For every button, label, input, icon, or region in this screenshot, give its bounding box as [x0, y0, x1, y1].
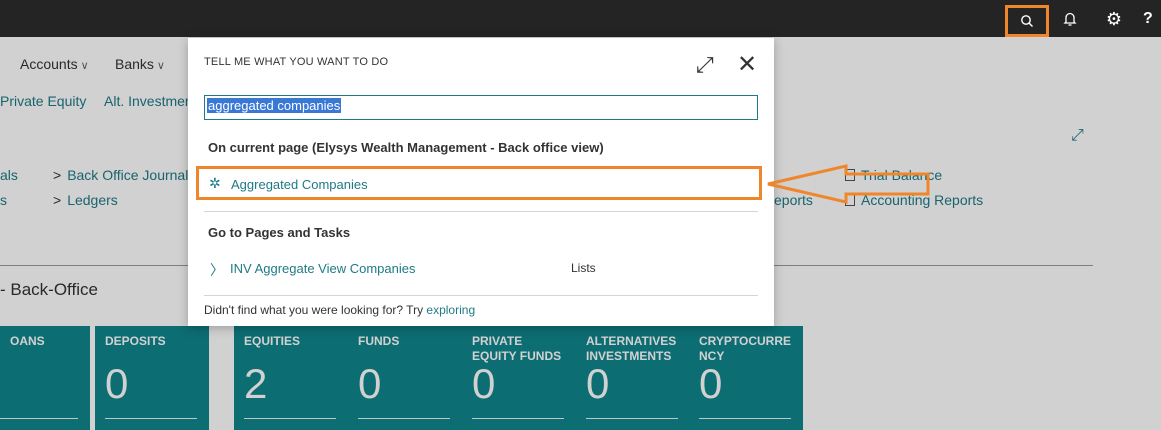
tile-alternatives-investments[interactable]: ALTERNATIVES INVESTMENTS 0 — [576, 326, 690, 430]
help-icon: ? — [1143, 10, 1153, 27]
result-inv-aggregate-view-companies[interactable]: INV Aggregate View Companies — [230, 261, 415, 276]
chevron-right-icon: > — [53, 192, 62, 208]
close-icon[interactable]: ✕ — [737, 50, 757, 79]
link-label: Ledgers — [67, 192, 118, 208]
link-partial[interactable]: s — [0, 192, 7, 208]
tell-me-dialog: TELL ME WHAT YOU WANT TO DO ⤢ ✕ aggregat… — [188, 38, 774, 326]
tile-divider — [699, 418, 791, 419]
chevron-right-icon: > — [53, 167, 62, 183]
search-input-value: aggregated companies — [207, 98, 342, 113]
chevron-right-icon: 〉 — [210, 262, 224, 278]
tile-loans[interactable]: OANS 9 — [0, 326, 90, 430]
tile-cryptocurrency[interactable]: CRYPTOCURRE NCY 0 — [689, 326, 803, 430]
tile-value: 0 — [358, 360, 382, 407]
tile-equities[interactable]: EQUITIES 2 — [234, 326, 348, 430]
search-icon — [1021, 15, 1033, 27]
tile-deposits[interactable]: DEPOSITS 0 — [95, 326, 209, 430]
link-ledgers[interactable]: > Ledgers — [53, 192, 118, 208]
top-bar: ⚙ ? — [0, 0, 1161, 37]
tile-private-equity-funds[interactable]: PRIVATE EQUITY FUNDS 0 — [462, 326, 576, 430]
result-type: Lists — [571, 261, 596, 275]
tile-value: 2 — [244, 360, 268, 407]
tile-value: 0 — [105, 360, 129, 407]
expand-icon[interactable]: ⤢ — [1071, 127, 1084, 145]
nav-accounts-label: Accounts — [20, 56, 78, 72]
current-page-heading: On current page (Elysys Wealth Managemen… — [208, 140, 604, 155]
tile-label: OANS — [10, 334, 45, 348]
tile-divider — [358, 418, 450, 419]
tile-divider — [472, 418, 564, 419]
link-label: Back Office Journals — [67, 167, 196, 183]
expand-icon[interactable]: ⤢ — [696, 52, 714, 78]
dialog-footer: Didn't find what you were looking for? T… — [204, 303, 475, 317]
notifications-button[interactable] — [1052, 6, 1088, 32]
callout-arrow-icon — [767, 164, 930, 204]
bell-icon — [1063, 12, 1077, 26]
gear-icon: ⚙ — [1105, 8, 1123, 29]
settings-button[interactable]: ⚙ — [1096, 6, 1132, 32]
exploring-link[interactable]: exploring — [426, 303, 475, 317]
divider — [204, 211, 758, 212]
link-journals-partial[interactable]: als — [0, 167, 18, 183]
tile-divider — [586, 418, 678, 419]
tile-label: FUNDS — [358, 334, 400, 348]
link-back-office-journals[interactable]: > Back Office Journals — [53, 167, 195, 183]
footer-text: Didn't find what you were looking for? T… — [204, 303, 424, 317]
section-title: - Back-Office — [0, 280, 98, 299]
tile-divider — [105, 418, 197, 419]
result-label: Aggregated Companies — [231, 177, 368, 192]
search-button[interactable] — [1005, 5, 1049, 37]
result-aggregated-companies[interactable]: ✲ Aggregated Companies — [196, 166, 762, 200]
chevron-down-icon: ∨ — [156, 60, 165, 72]
tile-value: 0 — [699, 360, 723, 407]
nav-banks[interactable]: Banks ∨ — [115, 56, 165, 72]
help-button[interactable]: ? — [1143, 6, 1161, 32]
dialog-title: TELL ME WHAT YOU WANT TO DO — [204, 56, 389, 68]
puzzle-icon: ✲ — [209, 175, 221, 191]
tile-divider — [244, 418, 336, 419]
tile-funds[interactable]: FUNDS 0 — [348, 326, 462, 430]
tile-divider — [0, 418, 78, 419]
tile-value: 0 — [586, 360, 610, 407]
search-input[interactable]: aggregated companies — [204, 95, 758, 120]
tile-label: DEPOSITS — [105, 334, 166, 348]
pages-heading: Go to Pages and Tasks — [208, 225, 351, 240]
nav-banks-label: Banks — [115, 56, 154, 72]
tile-value: 0 — [472, 360, 496, 407]
chevron-down-icon: ∨ — [80, 60, 89, 72]
tile-label: EQUITIES — [244, 334, 301, 348]
nav-private-equity[interactable]: Private Equity — [0, 93, 86, 109]
nav-accounts[interactable]: Accounts ∨ — [20, 56, 89, 72]
nav-alt-investments[interactable]: Alt. Investmen — [104, 93, 193, 109]
divider — [204, 295, 758, 296]
